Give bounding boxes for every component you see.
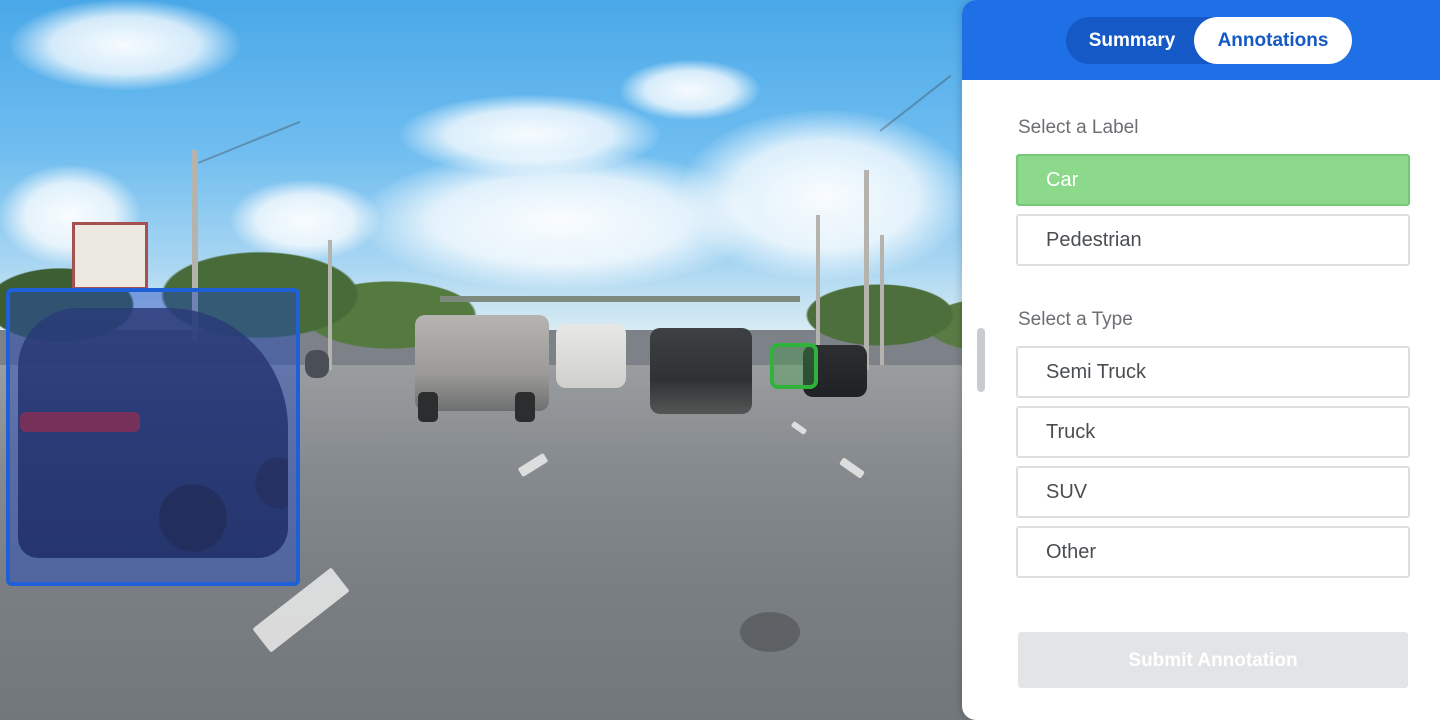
type-option-semi-truck[interactable]: Semi Truck — [1016, 346, 1410, 398]
type-option-truck[interactable]: Truck — [1016, 406, 1410, 458]
cloud — [10, 0, 240, 90]
type-option-other[interactable]: Other — [1016, 526, 1410, 578]
option-label: Other — [1046, 541, 1097, 563]
option-label: SUV — [1046, 481, 1088, 503]
label-section-heading: Select a Label — [1018, 117, 1139, 138]
label-option-pedestrian[interactable]: Pedestrian — [1016, 214, 1410, 266]
traffic-signal-gantry — [440, 296, 800, 302]
panel-header: Summary Annotations — [962, 0, 1440, 80]
option-label: Truck — [1046, 421, 1096, 443]
wheel — [418, 392, 438, 422]
bounding-box-active[interactable] — [770, 343, 818, 389]
tab-annotations[interactable]: Annotations — [1194, 17, 1352, 64]
type-option-suv[interactable]: SUV — [1016, 466, 1410, 518]
bounding-box-car[interactable] — [6, 288, 300, 586]
option-label: Car — [1046, 169, 1079, 191]
white-van — [556, 324, 626, 388]
annotation-app: Summary Annotations Select a Label Car P… — [0, 0, 1440, 720]
utility-pole — [328, 240, 332, 370]
utility-pole — [816, 215, 820, 365]
submit-annotation-button[interactable]: Submit Annotation — [1018, 632, 1408, 688]
tab-summary[interactable]: Summary — [1066, 17, 1198, 64]
cloud — [620, 60, 760, 120]
tab-toggle: Summary Annotations — [1066, 17, 1352, 64]
option-label: Pedestrian — [1046, 229, 1142, 251]
distant-car — [305, 350, 329, 378]
wheel — [515, 392, 535, 422]
option-label: Semi Truck — [1046, 361, 1147, 383]
utility-pole — [864, 170, 869, 370]
roadside-sign — [72, 222, 148, 290]
annotated-car — [18, 308, 288, 558]
annotated-car-taillight — [20, 412, 140, 432]
annotation-panel: Summary Annotations Select a Label Car P… — [962, 0, 1440, 720]
road-stain — [740, 612, 800, 652]
type-section-heading: Select a Type — [1018, 309, 1133, 330]
label-option-car[interactable]: Car — [1016, 154, 1410, 206]
dark-suv — [650, 328, 752, 414]
scroll-handle[interactable] — [977, 328, 985, 392]
utility-pole — [880, 235, 884, 365]
